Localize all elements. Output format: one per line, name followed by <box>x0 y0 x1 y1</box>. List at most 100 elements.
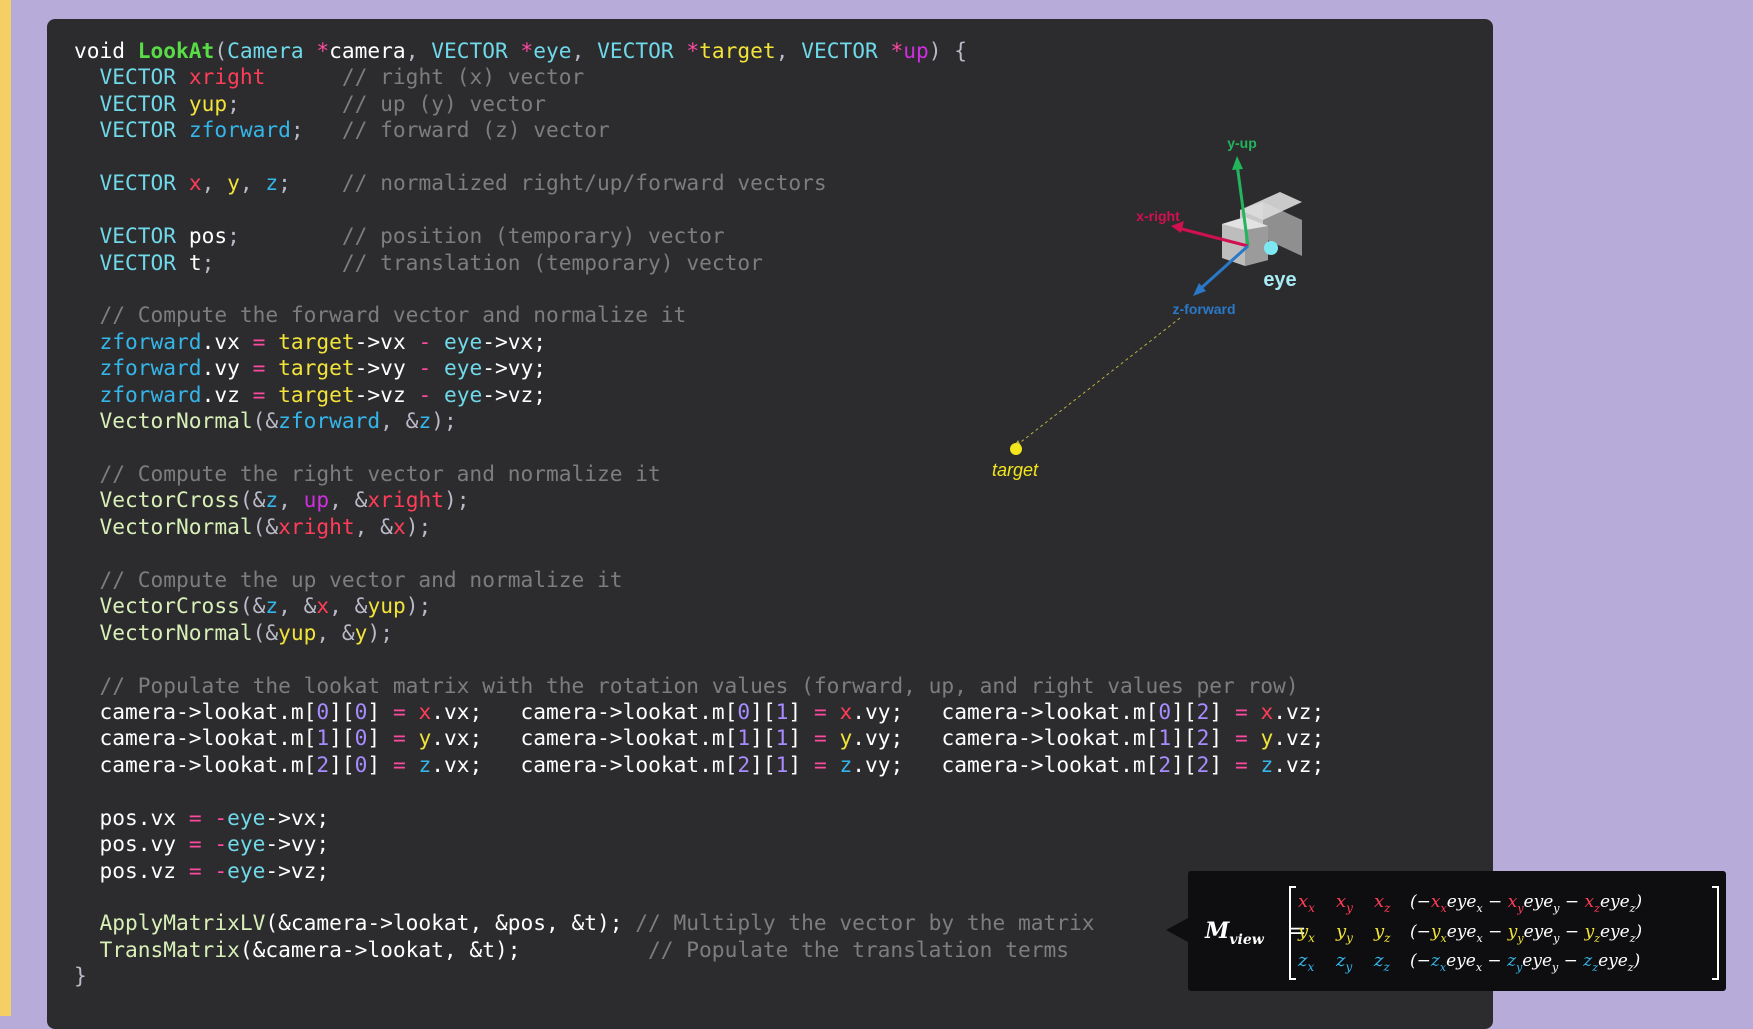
code-token: // Multiply the vector by the matrix <box>635 910 1095 936</box>
code-token: 2 <box>1196 751 1210 777</box>
code-token: .vy; <box>852 725 942 751</box>
code-token: ][ <box>1171 751 1197 777</box>
code-token: yup <box>278 619 317 645</box>
code-token: // up (y) vector <box>341 90 547 116</box>
code-token: // normalized right/up/forward vectors <box>341 170 827 196</box>
code-token: t <box>188 249 202 275</box>
code-token: // translation (temporary) vector <box>341 249 763 275</box>
code-line: pos.vx = -eye->vx; <box>74 805 1324 831</box>
code-token: ; <box>227 223 342 249</box>
code-token: .vx; <box>431 698 521 724</box>
code-token: // Compute the right vector and normaliz… <box>74 461 661 486</box>
code-token: camera->lookat.m[ <box>74 698 317 724</box>
code-token: pos.vz <box>74 857 189 883</box>
code-token: 2 <box>1196 698 1210 724</box>
code-token: , <box>775 38 802 63</box>
code-token: VECTOR <box>801 38 891 63</box>
code-token: .vz; <box>1273 725 1325 751</box>
code-token: y <box>227 170 240 196</box>
code-token: ][ <box>750 698 776 724</box>
code-token: 0 <box>354 751 368 777</box>
code-token: ); <box>431 408 457 434</box>
target-label: target <box>992 460 1039 480</box>
code-line: VECTOR yup; // up (y) vector <box>74 91 1324 117</box>
code-token: , <box>239 170 266 196</box>
code-token: eye <box>227 804 266 830</box>
code-token: LookAt <box>137 38 215 63</box>
code-token: ->vy; <box>265 831 330 857</box>
code-token: ) { <box>928 38 968 63</box>
code-token: VECTOR <box>74 117 189 143</box>
code-token: ][ <box>1171 725 1197 751</box>
code-line: pos.vz = -eye->vz; <box>74 858 1324 884</box>
code-token: ->vx <box>354 328 419 354</box>
code-token: = <box>252 381 279 407</box>
code-token: 0 <box>737 698 751 724</box>
code-token: TransMatrix <box>74 936 240 962</box>
code-token: (& <box>239 593 266 619</box>
code-token: target <box>278 381 355 407</box>
eye-label: eye <box>1263 269 1296 291</box>
code-line: } <box>74 963 1324 989</box>
left-accent-stripe <box>0 0 11 1016</box>
code-token: ][ <box>750 725 776 751</box>
code-token: pos <box>188 223 228 249</box>
code-token: ( <box>214 38 228 63</box>
code-token: = <box>252 355 279 381</box>
code-token: ->vz; <box>265 857 330 883</box>
code-token: z <box>265 487 279 513</box>
code-line: ApplyMatrixLV(&camera->lookat, &pos, &t)… <box>74 910 1324 936</box>
code-token: xright <box>188 64 266 90</box>
code-token: VECTOR <box>74 249 189 275</box>
code-token: = <box>392 698 419 724</box>
target-point <box>1010 443 1022 455</box>
code-token: xright <box>278 513 355 539</box>
code-line: TransMatrix(&camera->lookat, &t); // Pop… <box>74 937 1324 963</box>
code-token: .vy; <box>852 698 942 724</box>
matrix-translation-term: (−zxeyex − zyeyey − zzeyez) <box>1410 951 1640 974</box>
code-token: = <box>813 751 840 777</box>
code-token: // position (temporary) vector <box>341 223 725 249</box>
code-token: VECTOR <box>597 38 687 63</box>
code-token: .vx; <box>431 725 521 751</box>
camera-cube-icon <box>1222 192 1302 266</box>
code-token: = <box>1234 725 1261 751</box>
code-token: .vz; <box>1273 698 1325 724</box>
code-token: VECTOR <box>74 64 189 90</box>
code-line: camera->lookat.m[0][0] = x.vx; camera->l… <box>74 698 1325 725</box>
x-right-label: x-right <box>1136 208 1180 224</box>
code-token: camera->lookat.m[ <box>520 751 738 777</box>
code-token: x <box>316 593 330 619</box>
y-up-label: y-up <box>1227 135 1257 151</box>
code-token: y <box>839 725 853 751</box>
code-token: VectorNormal <box>74 408 253 434</box>
code-token: yup <box>188 90 228 116</box>
code-line: VECTOR xright // right (x) vector <box>74 64 1324 90</box>
code-token: ; <box>201 249 342 275</box>
code-token: up <box>903 38 929 63</box>
code-token: 1 <box>1158 725 1172 751</box>
code-token: x <box>1260 698 1274 724</box>
code-token: (& <box>252 619 279 645</box>
code-token: , & <box>329 593 368 619</box>
code-token: zforward <box>99 381 202 407</box>
code-token: camera->lookat.m[ <box>74 725 317 751</box>
code-token: ApplyMatrixLV <box>74 910 266 936</box>
code-token: .vx; <box>431 751 521 777</box>
code-token: ; <box>227 90 342 116</box>
code-token: // forward (z) vector <box>341 117 610 143</box>
code-token: y <box>1260 725 1274 751</box>
code-line: // Compute the up vector and normalize i… <box>74 567 1324 593</box>
code-token: zforward <box>278 408 381 434</box>
matrix-element: yx <box>1297 921 1315 945</box>
code-token: // Compute the up vector and normalize i… <box>74 566 623 592</box>
code-token: zforward <box>99 355 202 381</box>
code-line: VectorNormal(&yup, &y); <box>74 620 1324 646</box>
code-token: pos.vy <box>74 831 189 857</box>
code-token: ] <box>367 698 393 724</box>
code-token: ][ <box>329 751 355 777</box>
code-token: ->vx; <box>482 328 547 354</box>
z-forward-label: z-forward <box>1173 301 1236 317</box>
code-token: camera <box>329 38 406 63</box>
